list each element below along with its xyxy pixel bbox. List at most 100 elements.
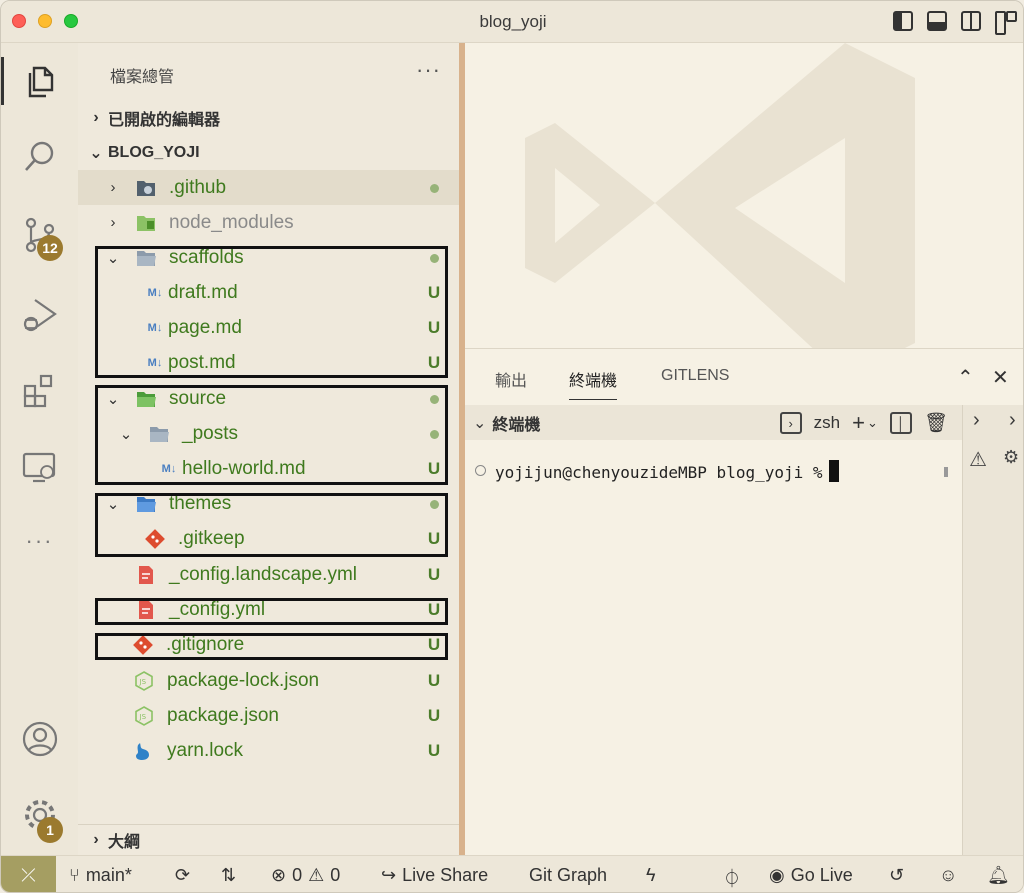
tree-item-label: .github [169,176,227,198]
outline-section[interactable]: › 大綱 [78,824,461,855]
terminal-prompt-line: yojijun@chenyouzideMBP blog_yoji % [495,460,839,482]
open-editors-label: 已開啟的編輯器 [108,111,221,129]
trash-icon[interactable]: 🗑 [924,411,948,435]
github-folder-icon [135,178,157,198]
chevron-right-icon: › [110,179,116,196]
go-live-button[interactable]: ◉ Go Live [769,865,853,886]
new-terminal-icon[interactable]: + [852,410,865,436]
sidebar-more-actions-button[interactable]: ··· [416,57,441,83]
chevron-right-icon[interactable]: › [1009,409,1016,432]
untracked-badge: U [427,740,441,760]
remote-explorer-button[interactable] [1,437,78,497]
chevron-right-icon: › [93,831,99,848]
git-graph-button[interactable]: Git Graph [529,865,607,886]
branch-indicator[interactable]: ⑂ main* [69,865,132,886]
node-folder-icon [135,213,157,233]
terminal-toolbar: › zsh + ⌄ │ 🗑 [779,410,948,436]
chevron-right-icon[interactable]: › [973,409,980,432]
error-icon: ⊗ [271,865,287,885]
command-decoration-icon [475,465,486,476]
remote-indicator-button[interactable]: ⤫ [1,856,56,892]
shell-name[interactable]: zsh [814,413,840,433]
svg-text:JS: JS [139,713,147,721]
chevron-down-icon: ⌄ [89,144,103,162]
lightning-icon: ϟ [646,865,656,885]
nodejs-icon: JS [133,705,155,726]
panel-tabs: 輸出 終端機 GITLENS ⌃ ✕ [465,349,1023,405]
tree-item-github[interactable]: › .github [78,170,461,205]
toggle-secondary-sidebar-icon[interactable] [961,11,981,31]
commit-button[interactable]: ⏀ [723,865,741,891]
highlight-box-scaffolds [95,246,448,378]
explorer-sidebar: 檔案總管 ··· › 已開啟的編輯器 ⌄ BLOG_YOJI › .github… [78,43,461,855]
status-bar: ⤫ ⑂ main* ⟳ ⇅ ⊗ 0 ⚠ 0 ↪ Live Share Git G… [1,855,1023,892]
git-commit-icon: ⏀ [723,869,741,889]
chevron-down-icon[interactable]: ⌄ [867,415,878,431]
terminal-scrollbar[interactable] [944,467,948,477]
project-section[interactable]: ⌄ BLOG_YOJI [78,135,461,170]
terminal-header: ⌄ 終端機 › zsh + ⌄ │ 🗑 [465,405,962,440]
close-panel-icon[interactable]: ✕ [992,365,1009,390]
history-icon: ↺ [889,865,905,885]
maximize-panel-icon[interactable]: ⌃ [957,365,974,390]
search-icon [24,141,53,171]
sync-button[interactable]: ⟳ [175,865,190,886]
tab-gitlens[interactable]: GITLENS [661,367,729,385]
tab-output[interactable]: 輸出 [495,367,527,391]
live-share-icon: ↪ [381,865,397,885]
untracked-badge: U [427,670,441,690]
history-button[interactable]: ↺ [889,865,904,886]
tree-item-yarn-lock[interactable]: yarn.lock U [78,733,461,768]
bell-icon: 🔔︎ [987,865,1010,885]
nodejs-icon: JS [133,670,155,691]
terminal-prompt: yojijun@chenyouzideMBP blog_yoji % [495,463,823,482]
chevron-down-icon[interactable]: ⌄ [473,413,486,433]
vscode-logo-watermark-icon [525,43,915,348]
warning-icon: ⚠ [308,865,325,885]
yaml-file-icon [135,565,157,585]
tree-item-package-json[interactable]: JS package.json U [78,698,461,733]
highlight-box-source [95,385,448,485]
tree-item-node-modules[interactable]: › node_modules [78,205,461,240]
notifications-button[interactable]: 🔔︎ [987,865,1010,886]
editor-area [465,43,1023,348]
customize-layout-icon[interactable] [995,11,1017,35]
live-share-button[interactable]: ↪ Live Share [381,865,488,886]
open-editors-section[interactable]: › 已開啟的編輯器 [78,100,461,135]
sync-icon: ⟳ [175,865,191,885]
feedback-button[interactable]: ☺ [939,865,957,886]
problems-indicator[interactable]: ⊗ 0 ⚠ 0 [271,865,340,886]
tab-terminal[interactable]: 終端機 [569,367,618,400]
warning-count: 0 [330,865,341,885]
run-debug-button[interactable] [1,285,78,345]
split-terminal-icon[interactable]: │ [889,412,912,434]
toggle-primary-sidebar-icon[interactable] [893,11,913,31]
terminal-body[interactable]: yojijun@chenyouzideMBP blog_yoji % [465,440,962,856]
more-icon: ··· [25,528,54,553]
git-graph-label: Git Graph [529,865,608,885]
layout-controls [893,11,1017,35]
explorer-button[interactable] [1,51,78,111]
manage-button[interactable]: 1 [1,785,78,845]
files-icon [28,66,53,98]
search-button[interactable] [1,127,78,187]
tree-item-config-landscape-yml[interactable]: _config.landscape.yml U [78,557,461,592]
source-control-button[interactable]: 12 [1,205,78,265]
extensions-button[interactable] [1,361,78,421]
git-compare-button[interactable]: ⇅ [221,865,236,886]
tree-item-label: node_modules [169,211,294,233]
live-share-label: Live Share [402,865,489,885]
project-label: BLOG_YOJI [108,143,200,161]
window-title: blog_yoji [479,12,547,31]
lightning-button[interactable]: ϟ [646,865,656,886]
untracked-badge: U [427,564,441,584]
more-views-button[interactable]: ··· [1,511,78,571]
remote-icon: ⤫ [21,865,36,885]
accounts-button[interactable] [1,709,78,769]
tree-item-package-lock-json[interactable]: JS package-lock.json U [78,663,461,698]
yarn-icon [133,741,155,761]
toggle-panel-icon[interactable] [927,11,947,31]
terminal-side-panel: › › ⚠ ⚙ [962,405,1023,856]
terminal-label: 終端機 [492,416,541,434]
outline-label: 大綱 [108,834,141,851]
